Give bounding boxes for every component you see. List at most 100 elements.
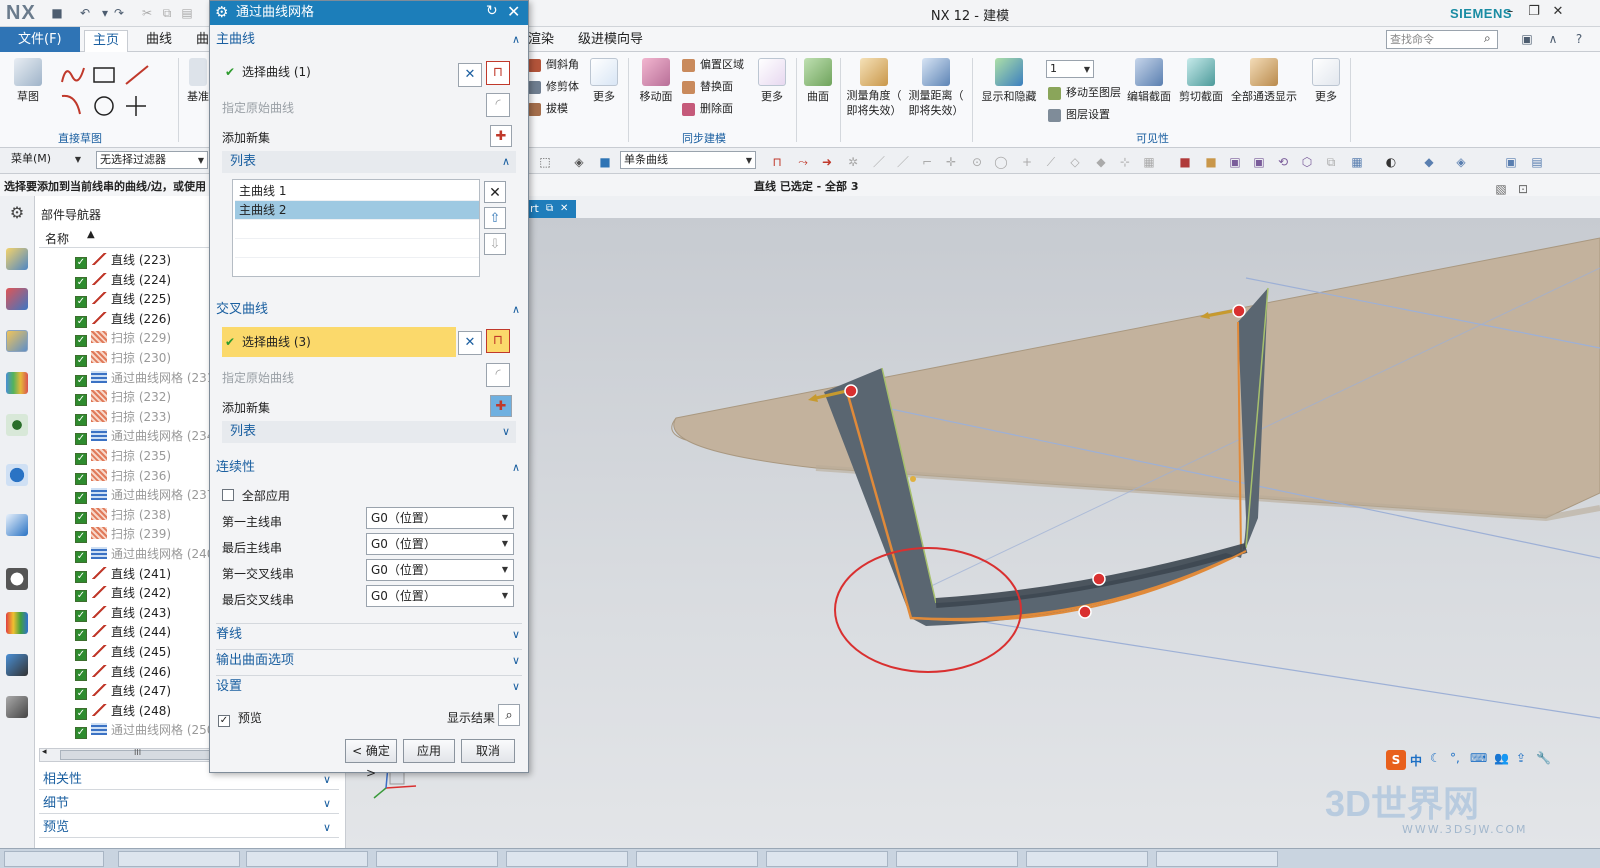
tree-row[interactable]: ✓ 扫掠 (238): [75, 505, 171, 525]
tree-row[interactable]: ✓ 通过曲线网格 (234: [75, 426, 214, 446]
tree-row[interactable]: ✓ 直线 (245): [75, 642, 171, 662]
tree-row[interactable]: ✓ 直线 (223): [75, 250, 171, 270]
type-filter-dropdown[interactable]: 无选择过滤器: [96, 151, 208, 169]
checkbox-unchecked[interactable]: [222, 489, 234, 501]
visibility-checkbox[interactable]: ✓: [75, 257, 87, 269]
tree-row[interactable]: ✓ 通过曲线网格 (250: [75, 720, 214, 740]
taskbar-item[interactable]: [896, 851, 1018, 867]
cross-list-header[interactable]: 列表 ∨: [222, 421, 516, 443]
primary-select-curve-row[interactable]: ✔ 选择曲线 (1): [222, 61, 454, 83]
taskbar-item[interactable]: [766, 851, 888, 867]
taskbar-item[interactable]: [636, 851, 758, 867]
minimize-icon[interactable]: –: [1500, 4, 1520, 22]
tree-row[interactable]: ✓ 直线 (242): [75, 583, 171, 603]
tab-close-icon[interactable]: ✕: [560, 200, 568, 218]
reverse-direction-button[interactable]: ✕: [458, 63, 482, 87]
chamfer-button[interactable]: 倒斜角: [528, 56, 579, 74]
sketch-button[interactable]: 草图: [10, 58, 46, 104]
fit-icon[interactable]: ▣: [1228, 155, 1242, 169]
taskbar-item[interactable]: [246, 851, 368, 867]
visibility-checkbox[interactable]: ✓: [75, 394, 87, 407]
move-up-button[interactable]: ⇧: [484, 207, 506, 229]
system-scene-icon[interactable]: [6, 696, 28, 718]
clip-section-button[interactable]: 剪切截面: [1178, 58, 1224, 104]
reuse-library-icon[interactable]: [6, 372, 28, 394]
taskbar-item[interactable]: [4, 851, 104, 867]
tree-row[interactable]: ✓ 通过曲线网格 (237: [75, 485, 214, 505]
tree-row[interactable]: ✓ 扫掠 (230): [75, 348, 171, 368]
history-icon[interactable]: [6, 514, 28, 536]
ok-button[interactable]: < 确定 >: [345, 739, 397, 780]
visibility-checkbox[interactable]: ✓: [75, 511, 87, 524]
snap-icon[interactable]: ✲: [846, 155, 860, 169]
visibility-checkbox[interactable]: ✓: [75, 492, 87, 505]
control-point-icon[interactable]: ⌐: [920, 155, 934, 169]
visibility-checkbox[interactable]: ✓: [75, 315, 87, 328]
constraint-navigator-icon[interactable]: [6, 288, 28, 310]
part-file-tab[interactable]: rt ⧉ ✕: [526, 200, 576, 218]
move-face-button[interactable]: 移动面: [636, 58, 676, 104]
primary-curve-list[interactable]: 主曲线 1 主曲线 2: [232, 179, 480, 277]
dialog-title-bar[interactable]: 通过曲线网格: [210, 1, 528, 25]
cut-icon[interactable]: ✂: [140, 6, 154, 20]
stop-at-intersection-icon[interactable]: ⊓: [770, 155, 784, 169]
list-item[interactable]: 主曲线 1: [235, 182, 479, 201]
view-triad-icon[interactable]: ▧: [1494, 182, 1508, 196]
tree-row[interactable]: ✓ 直线 (246): [75, 662, 171, 682]
ribbon-options-icon[interactable]: ▣: [1520, 32, 1534, 46]
output-options-section-header[interactable]: 输出曲面选项 ∨: [216, 649, 522, 671]
tree-row[interactable]: ✓ 直线 (225): [75, 289, 171, 309]
visibility-checkbox[interactable]: ✓: [75, 727, 87, 740]
select-body-icon[interactable]: ■: [598, 155, 612, 169]
sketch-tools-icons[interactable]: [58, 60, 168, 120]
visibility-checkbox[interactable]: ✓: [75, 570, 87, 583]
draft-button[interactable]: 拔模: [528, 100, 568, 118]
base-plate[interactable]: [673, 237, 1600, 519]
role-icon[interactable]: [6, 654, 28, 676]
tab-file[interactable]: 文件(F): [0, 27, 80, 52]
restore-icon[interactable]: ❐: [1524, 4, 1544, 22]
tree-row[interactable]: ✓ 直线 (248): [75, 701, 171, 721]
tab-popout-icon[interactable]: ⧉: [546, 200, 553, 218]
layout-icon[interactable]: ▤: [1530, 155, 1544, 169]
curve-rule-button[interactable]: ⊓: [486, 61, 510, 85]
perspective-icon[interactable]: ⧉: [1324, 155, 1338, 169]
add-new-set-button[interactable]: ✚: [490, 125, 512, 147]
search-icon[interactable]: ⌕: [1484, 31, 1491, 46]
origin-curve-button[interactable]: ◜: [486, 93, 510, 117]
keyboard-icon[interactable]: ⌨: [1470, 751, 1487, 765]
point-on-curve-icon[interactable]: ⟋: [1044, 155, 1058, 169]
preview-checkbox[interactable]: ✓ 预览: [218, 709, 262, 727]
surface-button[interactable]: 曲面: [802, 58, 834, 104]
more-visibility-button[interactable]: 更多: [1308, 58, 1344, 104]
visibility-checkbox[interactable]: ✓: [75, 551, 87, 563]
collapse-ribbon-icon[interactable]: ∧: [1546, 32, 1560, 46]
undo-icon[interactable]: ↶: [78, 6, 92, 20]
details-panel-header[interactable]: 细节 ∨: [39, 794, 339, 814]
visibility-checkbox[interactable]: ✓: [75, 472, 87, 485]
tree-row[interactable]: ✓ 直线 (243): [75, 603, 171, 623]
cross-origin-curve-button[interactable]: ◜: [486, 363, 510, 387]
measure-distance-button[interactable]: 测量距离（ 即将失效）: [908, 58, 964, 118]
redo-icon[interactable]: ↷: [112, 6, 126, 20]
taskbar-item[interactable]: [506, 851, 628, 867]
taskbar-item[interactable]: [118, 851, 240, 867]
sogou-icon[interactable]: S: [1386, 750, 1406, 770]
point-on-face-icon[interactable]: ◇: [1068, 155, 1082, 169]
command-search-input[interactable]: 查找命令: [1386, 30, 1498, 49]
show-hide-button[interactable]: 显示和隐藏: [980, 58, 1038, 104]
cross-curves-section-header[interactable]: 交叉曲线 ∧: [216, 299, 522, 321]
arc-center-icon[interactable]: ⊙: [970, 155, 984, 169]
cancel-button[interactable]: 取消: [461, 739, 515, 763]
move-down-button[interactable]: ⇩: [484, 233, 506, 255]
upload-icon[interactable]: ⇪: [1516, 751, 1526, 765]
cross-select-curve-row[interactable]: ✔ 选择曲线 (3): [222, 327, 456, 357]
visibility-checkbox[interactable]: ✓: [75, 335, 87, 348]
moon-icon[interactable]: ☾: [1430, 751, 1441, 765]
tree-row[interactable]: ✓ 直线 (226): [75, 309, 171, 329]
arrow-right-icon[interactable]: ➜: [820, 155, 834, 169]
user-icon[interactable]: 👥: [1494, 751, 1509, 765]
tree-row[interactable]: ✓ 扫掠 (235): [75, 446, 171, 466]
layer-dropdown[interactable]: 1: [1046, 60, 1094, 78]
visibility-checkbox[interactable]: ✓: [75, 276, 87, 289]
